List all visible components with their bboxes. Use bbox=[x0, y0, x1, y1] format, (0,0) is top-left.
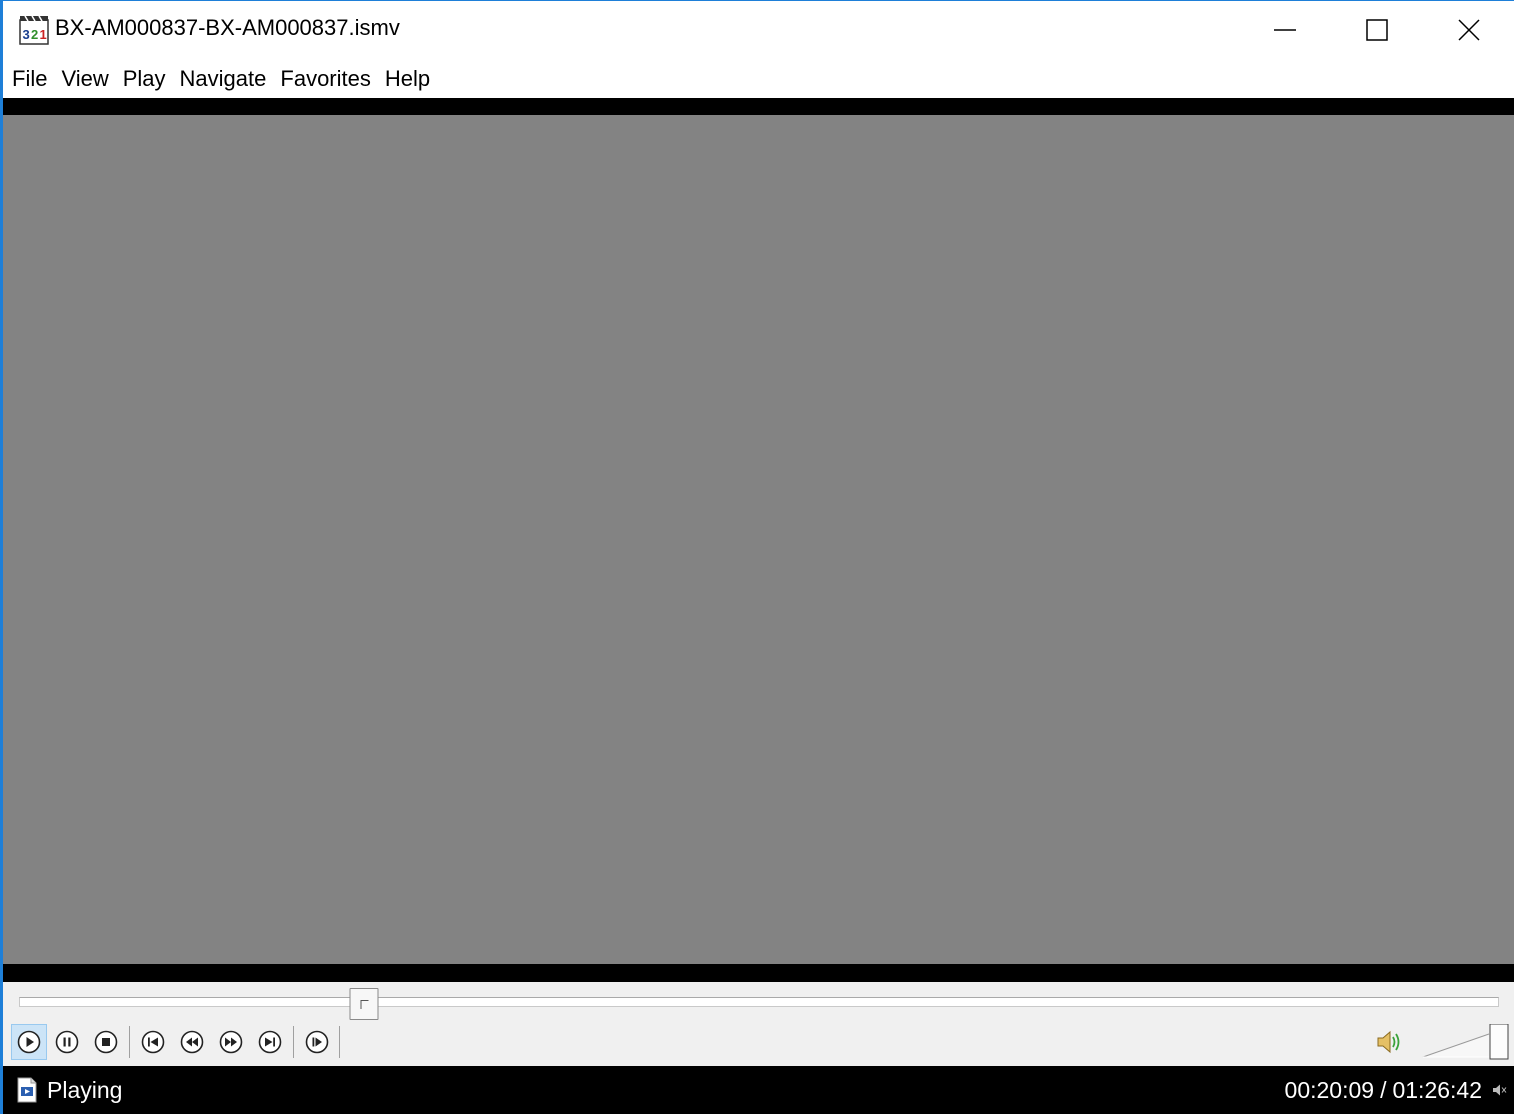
volume-slider[interactable] bbox=[1419, 1024, 1509, 1060]
menu-help[interactable]: Help bbox=[378, 59, 437, 99]
menu-file[interactable]: File bbox=[5, 59, 54, 99]
rewind-icon bbox=[180, 1030, 204, 1054]
previous-button[interactable] bbox=[135, 1024, 171, 1060]
speaker-icon[interactable] bbox=[1375, 1028, 1405, 1056]
menu-bar: File View Play Navigate Favorites Help bbox=[3, 59, 1514, 99]
stop-icon bbox=[94, 1030, 118, 1054]
minimize-icon bbox=[1274, 29, 1296, 31]
menu-favorites[interactable]: Favorites bbox=[273, 59, 377, 99]
toolbar-separator bbox=[129, 1026, 130, 1058]
maximize-icon bbox=[1366, 19, 1388, 41]
pause-button[interactable] bbox=[49, 1024, 85, 1060]
seek-bar[interactable] bbox=[19, 988, 1499, 1020]
toolbar-separator bbox=[293, 1026, 294, 1058]
frame-step-icon bbox=[305, 1030, 329, 1054]
total-time: 01:26:42 bbox=[1392, 1077, 1482, 1103]
video-frame bbox=[3, 98, 1514, 982]
stop-button[interactable] bbox=[88, 1024, 124, 1060]
media-player-classic-icon: 3 2 1 bbox=[19, 15, 49, 45]
menu-navigate[interactable]: Navigate bbox=[173, 59, 274, 99]
next-icon bbox=[258, 1030, 282, 1054]
video-surface[interactable] bbox=[3, 115, 1514, 964]
next-button[interactable] bbox=[252, 1024, 288, 1060]
file-icon bbox=[17, 1077, 37, 1103]
close-button[interactable] bbox=[1423, 1, 1514, 59]
time-separator: / bbox=[1380, 1077, 1387, 1103]
toolbar-separator bbox=[339, 1026, 340, 1058]
title-bar[interactable]: 3 2 1 BX-AM000837-BX-AM000837.ismv bbox=[3, 1, 1514, 59]
play-icon bbox=[17, 1030, 41, 1054]
menu-play[interactable]: Play bbox=[116, 59, 173, 99]
play-button[interactable] bbox=[11, 1024, 47, 1060]
svg-text:3: 3 bbox=[23, 27, 30, 42]
playback-status: Playing bbox=[47, 1077, 123, 1103]
close-icon bbox=[1458, 19, 1480, 41]
svg-text:1: 1 bbox=[40, 27, 47, 42]
player-window: 3 2 1 BX-AM000837-BX-AM000837.ismv File … bbox=[0, 0, 1514, 1114]
maximize-button[interactable] bbox=[1331, 1, 1423, 59]
pause-icon bbox=[55, 1030, 79, 1054]
playback-controls bbox=[3, 982, 1514, 1066]
window-title: BX-AM000837-BX-AM000837.ismv bbox=[55, 15, 400, 40]
current-time: 00:20:09 bbox=[1284, 1077, 1375, 1103]
seek-thumb[interactable] bbox=[349, 988, 379, 1020]
time-display: 00:20:09/01:26:42 bbox=[1285, 1077, 1482, 1104]
minimize-button[interactable] bbox=[1239, 1, 1331, 59]
fast-forward-button[interactable] bbox=[213, 1024, 249, 1060]
rewind-button[interactable] bbox=[174, 1024, 210, 1060]
fast-forward-icon bbox=[219, 1030, 243, 1054]
control-button-row bbox=[3, 1024, 1514, 1060]
svg-text:2: 2 bbox=[31, 27, 38, 42]
frame-step-button[interactable] bbox=[299, 1024, 335, 1060]
audio-track-icon[interactable] bbox=[1492, 1083, 1508, 1097]
status-bar: Playing 00:20:09/01:26:42 bbox=[3, 1066, 1514, 1114]
menu-view[interactable]: View bbox=[54, 59, 115, 99]
previous-icon bbox=[141, 1030, 165, 1054]
